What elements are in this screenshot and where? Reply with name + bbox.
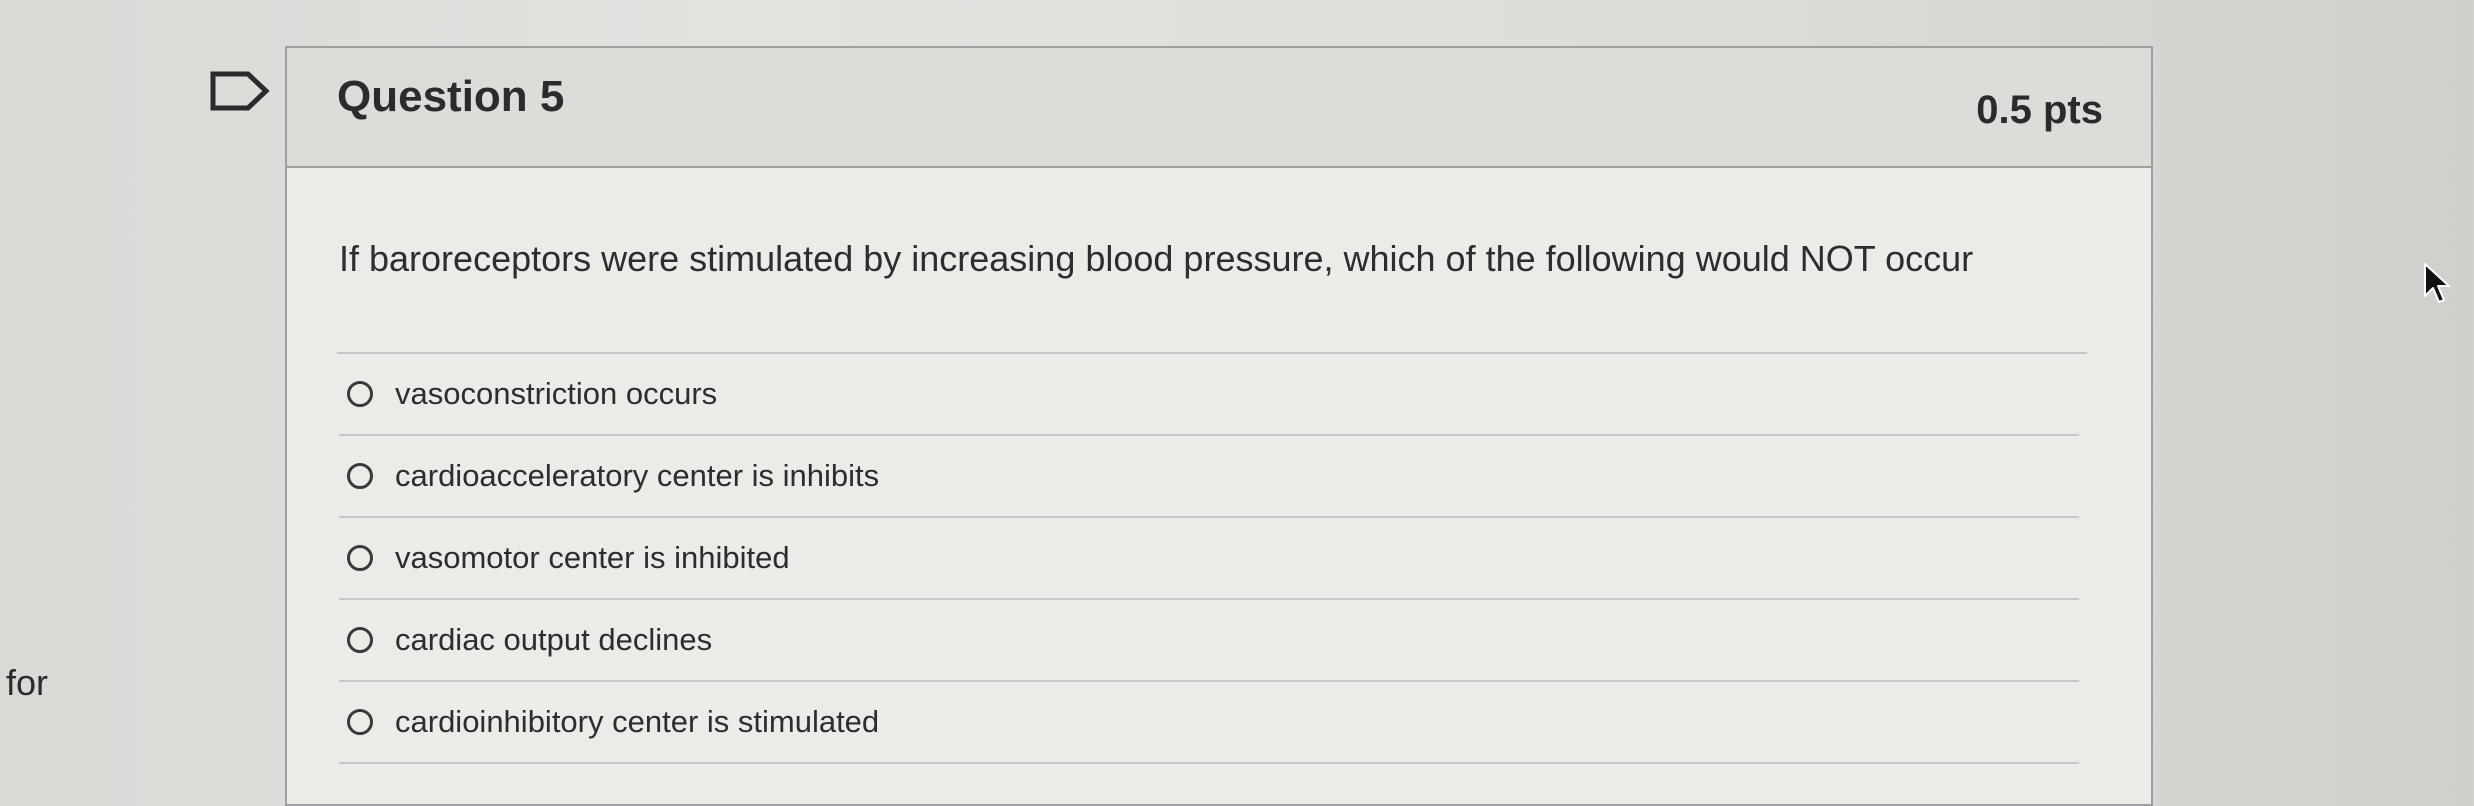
side-label: for	[6, 662, 49, 703]
answer-option-1[interactable]: vasoconstriction occurs	[339, 354, 2079, 436]
question-card: Question 5 0.5 pts If baroreceptors were…	[285, 46, 2153, 806]
radio-button[interactable]	[347, 627, 373, 653]
question-header: Question 5 0.5 pts	[287, 48, 2151, 168]
answer-label[interactable]: cardioacceleratory center is inhibits	[395, 458, 879, 494]
radio-button[interactable]	[347, 709, 373, 735]
answer-option-3[interactable]: vasomotor center is inhibited	[339, 518, 2079, 600]
radio-button[interactable]	[347, 545, 373, 571]
answer-label[interactable]: vasomotor center is inhibited	[395, 540, 790, 576]
radio-button[interactable]	[347, 463, 373, 489]
mouse-pointer-icon	[2424, 263, 2450, 303]
question-title: Question 5	[337, 72, 565, 121]
radio-button[interactable]	[347, 381, 373, 407]
question-points: 0.5 pts	[1976, 88, 2103, 132]
answer-label[interactable]: cardioinhibitory center is stimulated	[395, 704, 879, 740]
answer-option-4[interactable]: cardiac output declines	[339, 600, 2079, 682]
question-prompt: If baroreceptors were stimulated by incr…	[339, 238, 1974, 279]
answer-label[interactable]: cardiac output declines	[395, 622, 712, 658]
answer-option-5[interactable]: cardioinhibitory center is stimulated	[339, 682, 2079, 764]
answer-label[interactable]: vasoconstriction occurs	[395, 376, 717, 412]
flag-icon[interactable]	[210, 70, 270, 112]
answer-option-2[interactable]: cardioacceleratory center is inhibits	[339, 436, 2079, 518]
answer-list: vasoconstriction occurs cardioaccelerato…	[339, 354, 2079, 764]
